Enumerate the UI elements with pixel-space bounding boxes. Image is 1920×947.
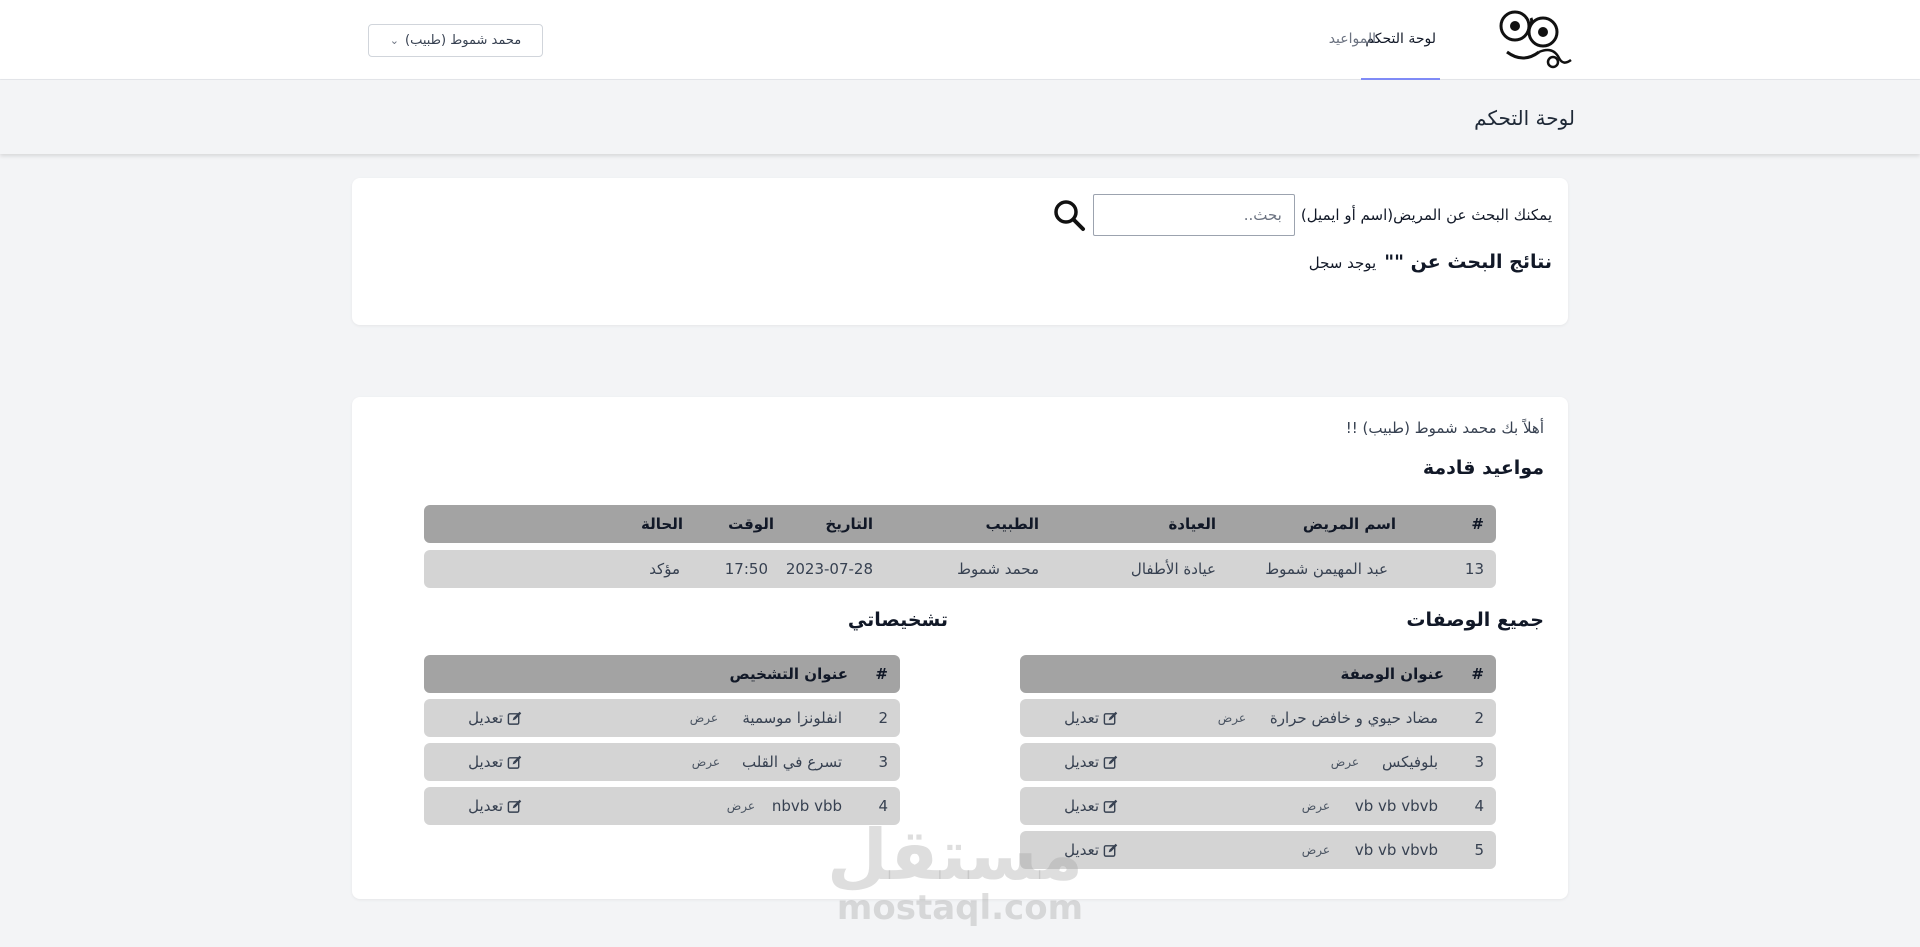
cell-num: 13 (1464, 560, 1484, 578)
search-label: يمكنك البحث عن المريض(اسم أو ايميل) (1300, 206, 1552, 224)
edit-button[interactable]: تعديل (468, 797, 522, 815)
cell-title: vb vb vbvb (1354, 841, 1438, 859)
view-link[interactable]: عرض (727, 799, 755, 813)
top-navbar: لوحة التحكم المواعيد محمد شموط (طبيب) ⌄ (0, 0, 1920, 80)
edit-icon (1103, 755, 1118, 769)
cell-doctor: محمد شموط (957, 560, 1039, 578)
col-time: الوقت (728, 515, 774, 533)
edit-icon (1103, 799, 1118, 813)
table-row: 4 vb vb vbvb عرض تعديل (1020, 787, 1496, 825)
view-link[interactable]: عرض (1302, 799, 1330, 813)
table-row: 3 بلوفيكس عرض تعديل (1020, 743, 1496, 781)
col-num: # (1471, 515, 1484, 533)
search-card: يمكنك البحث عن المريض(اسم أو ايميل) نتائ… (352, 178, 1568, 325)
edit-label: تعديل (1064, 753, 1099, 771)
edit-button[interactable]: تعديل (1064, 841, 1118, 859)
page-title: لوحة التحكم (1474, 106, 1575, 130)
cell-num: 3 (878, 753, 888, 771)
cell-title: مضاد حيوي و خافض حرارة (1269, 709, 1438, 727)
edit-icon (507, 799, 522, 813)
search-input[interactable] (1092, 194, 1295, 236)
nav-appointments[interactable]: المواعيد (1325, 0, 1380, 80)
col-date: التاريخ (825, 515, 873, 533)
table-row: 3 تسرع في القلب عرض تعديل (424, 743, 900, 781)
table-row[interactable]: 13 عبد المهيمن شموط عيادة الأطفال محمد ش… (424, 550, 1496, 588)
table-header-row: # عنوان الوصفة (1020, 655, 1496, 693)
view-link[interactable]: عرض (1218, 711, 1246, 725)
cell-date: 2023-07-28 (785, 560, 873, 578)
col-num: # (1471, 665, 1484, 683)
col-patient: اسم المريض (1302, 515, 1396, 533)
cell-num: 2 (878, 709, 888, 727)
edit-icon (507, 711, 522, 725)
cell-num: 2 (1474, 709, 1484, 727)
table-row: 5 vb vb vbvb عرض تعديل (1020, 831, 1496, 869)
dashboard-card: أهلاً بك محمد شموط (طبيب) !! مواعيد قادم… (352, 397, 1568, 899)
view-link[interactable]: عرض (692, 755, 720, 769)
edit-button[interactable]: تعديل (1064, 797, 1118, 815)
chevron-down-icon: ⌄ (389, 34, 399, 47)
page-header: لوحة التحكم (0, 80, 1920, 154)
col-status: الحالة (641, 515, 683, 533)
table-header-row: # اسم المريض العيادة الطبيب التاريخ الوق… (424, 505, 1496, 543)
edit-button[interactable]: تعديل (468, 753, 522, 771)
welcome-message: أهلاً بك محمد شموط (طبيب) !! (1345, 419, 1544, 437)
cell-status: مؤكد (649, 560, 680, 578)
cell-num: 5 (1474, 841, 1484, 859)
edit-label: تعديل (468, 709, 503, 727)
edit-label: تعديل (468, 753, 503, 771)
cell-patient: عبد المهيمن شموط (1265, 560, 1388, 578)
cell-num: 4 (1474, 797, 1484, 815)
col-title: عنوان التشخيص (729, 665, 849, 683)
edit-icon (507, 755, 522, 769)
search-icon[interactable] (1051, 197, 1087, 233)
cell-title: vb vb vbvb (1354, 797, 1438, 815)
table-row: 4 nbvb vbb عرض تعديل (424, 787, 900, 825)
cell-num: 3 (1474, 753, 1484, 771)
col-num: # (875, 665, 888, 683)
upcoming-appointments-title: مواعيد قادمة (1422, 457, 1544, 479)
edit-label: تعديل (468, 797, 503, 815)
cell-clinic: عيادة الأطفال (1130, 560, 1216, 578)
prescriptions-title: جميع الوصفات (1406, 609, 1544, 631)
cell-title: بلوفيكس (1382, 753, 1438, 771)
table-row: 2 انفلونزا موسمية عرض تعديل (424, 699, 900, 737)
search-results: نتائج البحث عن "" يوجد سجل (1309, 251, 1552, 273)
col-clinic: العيادة (1168, 515, 1216, 533)
col-doctor: الطبيب (985, 515, 1039, 533)
view-link[interactable]: عرض (1302, 843, 1330, 857)
table-row: 2 مضاد حيوي و خافض حرارة عرض تعديل (1020, 699, 1496, 737)
cell-title: انفلونزا موسمية (742, 709, 842, 727)
diagnoses-title: تشخيصاتي (847, 609, 948, 631)
user-dropdown-label: محمد شموط (طبيب) (405, 33, 522, 48)
edit-label: تعديل (1064, 709, 1099, 727)
edit-label: تعديل (1064, 797, 1099, 815)
cell-time: 17:50 (724, 560, 768, 578)
search-results-count: يوجد سجل (1308, 254, 1377, 272)
col-title: عنوان الوصفة (1340, 665, 1444, 683)
view-link[interactable]: عرض (690, 711, 718, 725)
edit-label: تعديل (1064, 841, 1099, 859)
user-dropdown[interactable]: محمد شموط (طبيب) ⌄ (368, 24, 543, 57)
cell-title: تسرع في القلب (741, 753, 842, 771)
logo-icon[interactable] (1493, 6, 1575, 78)
cell-title: nbvb vbb (771, 797, 842, 815)
edit-button[interactable]: تعديل (1064, 753, 1118, 771)
edit-button[interactable]: تعديل (468, 709, 522, 727)
edit-icon (1103, 711, 1118, 725)
search-row: يمكنك البحث عن المريض(اسم أو ايميل) (1051, 194, 1552, 236)
edit-icon (1103, 843, 1118, 857)
search-results-title: نتائج البحث عن "" (1384, 251, 1552, 273)
edit-button[interactable]: تعديل (1064, 709, 1118, 727)
view-link[interactable]: عرض (1331, 755, 1359, 769)
cell-num: 4 (878, 797, 888, 815)
table-header-row: # عنوان التشخيص (424, 655, 900, 693)
